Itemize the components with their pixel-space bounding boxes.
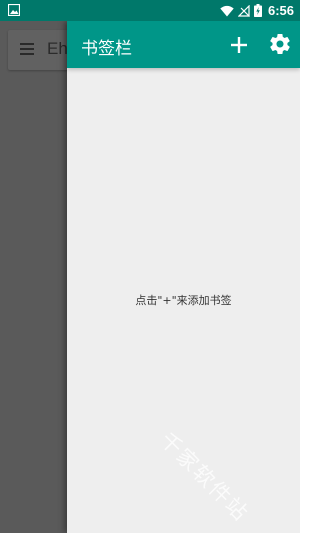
screen: 6:56 Eh 书签栏 点击"+"来添加书签 千家软件站 [0,0,300,533]
no-signal-icon [237,4,250,17]
settings-icon [270,34,290,55]
background-search-text: Eh [47,39,68,58]
status-time: 6:56 [267,3,294,18]
status-bar: 6:56 [0,0,300,21]
drawer-toolbar: 书签栏 [67,21,300,68]
add-icon [231,37,247,53]
menu-icon[interactable] [20,43,34,55]
drawer-title: 书签栏 [81,39,132,59]
bookmark-drawer: 书签栏 点击"+"来添加书签 [67,21,300,533]
add-bookmark-button[interactable] [227,33,251,57]
battery-charging-icon [253,4,262,17]
gallery-icon [8,4,20,16]
status-icons: 6:56 [220,2,294,19]
empty-bookmarks-hint: 点击"+"来添加书签 [135,294,232,307]
settings-button[interactable] [268,32,292,56]
wifi-icon [220,5,234,16]
